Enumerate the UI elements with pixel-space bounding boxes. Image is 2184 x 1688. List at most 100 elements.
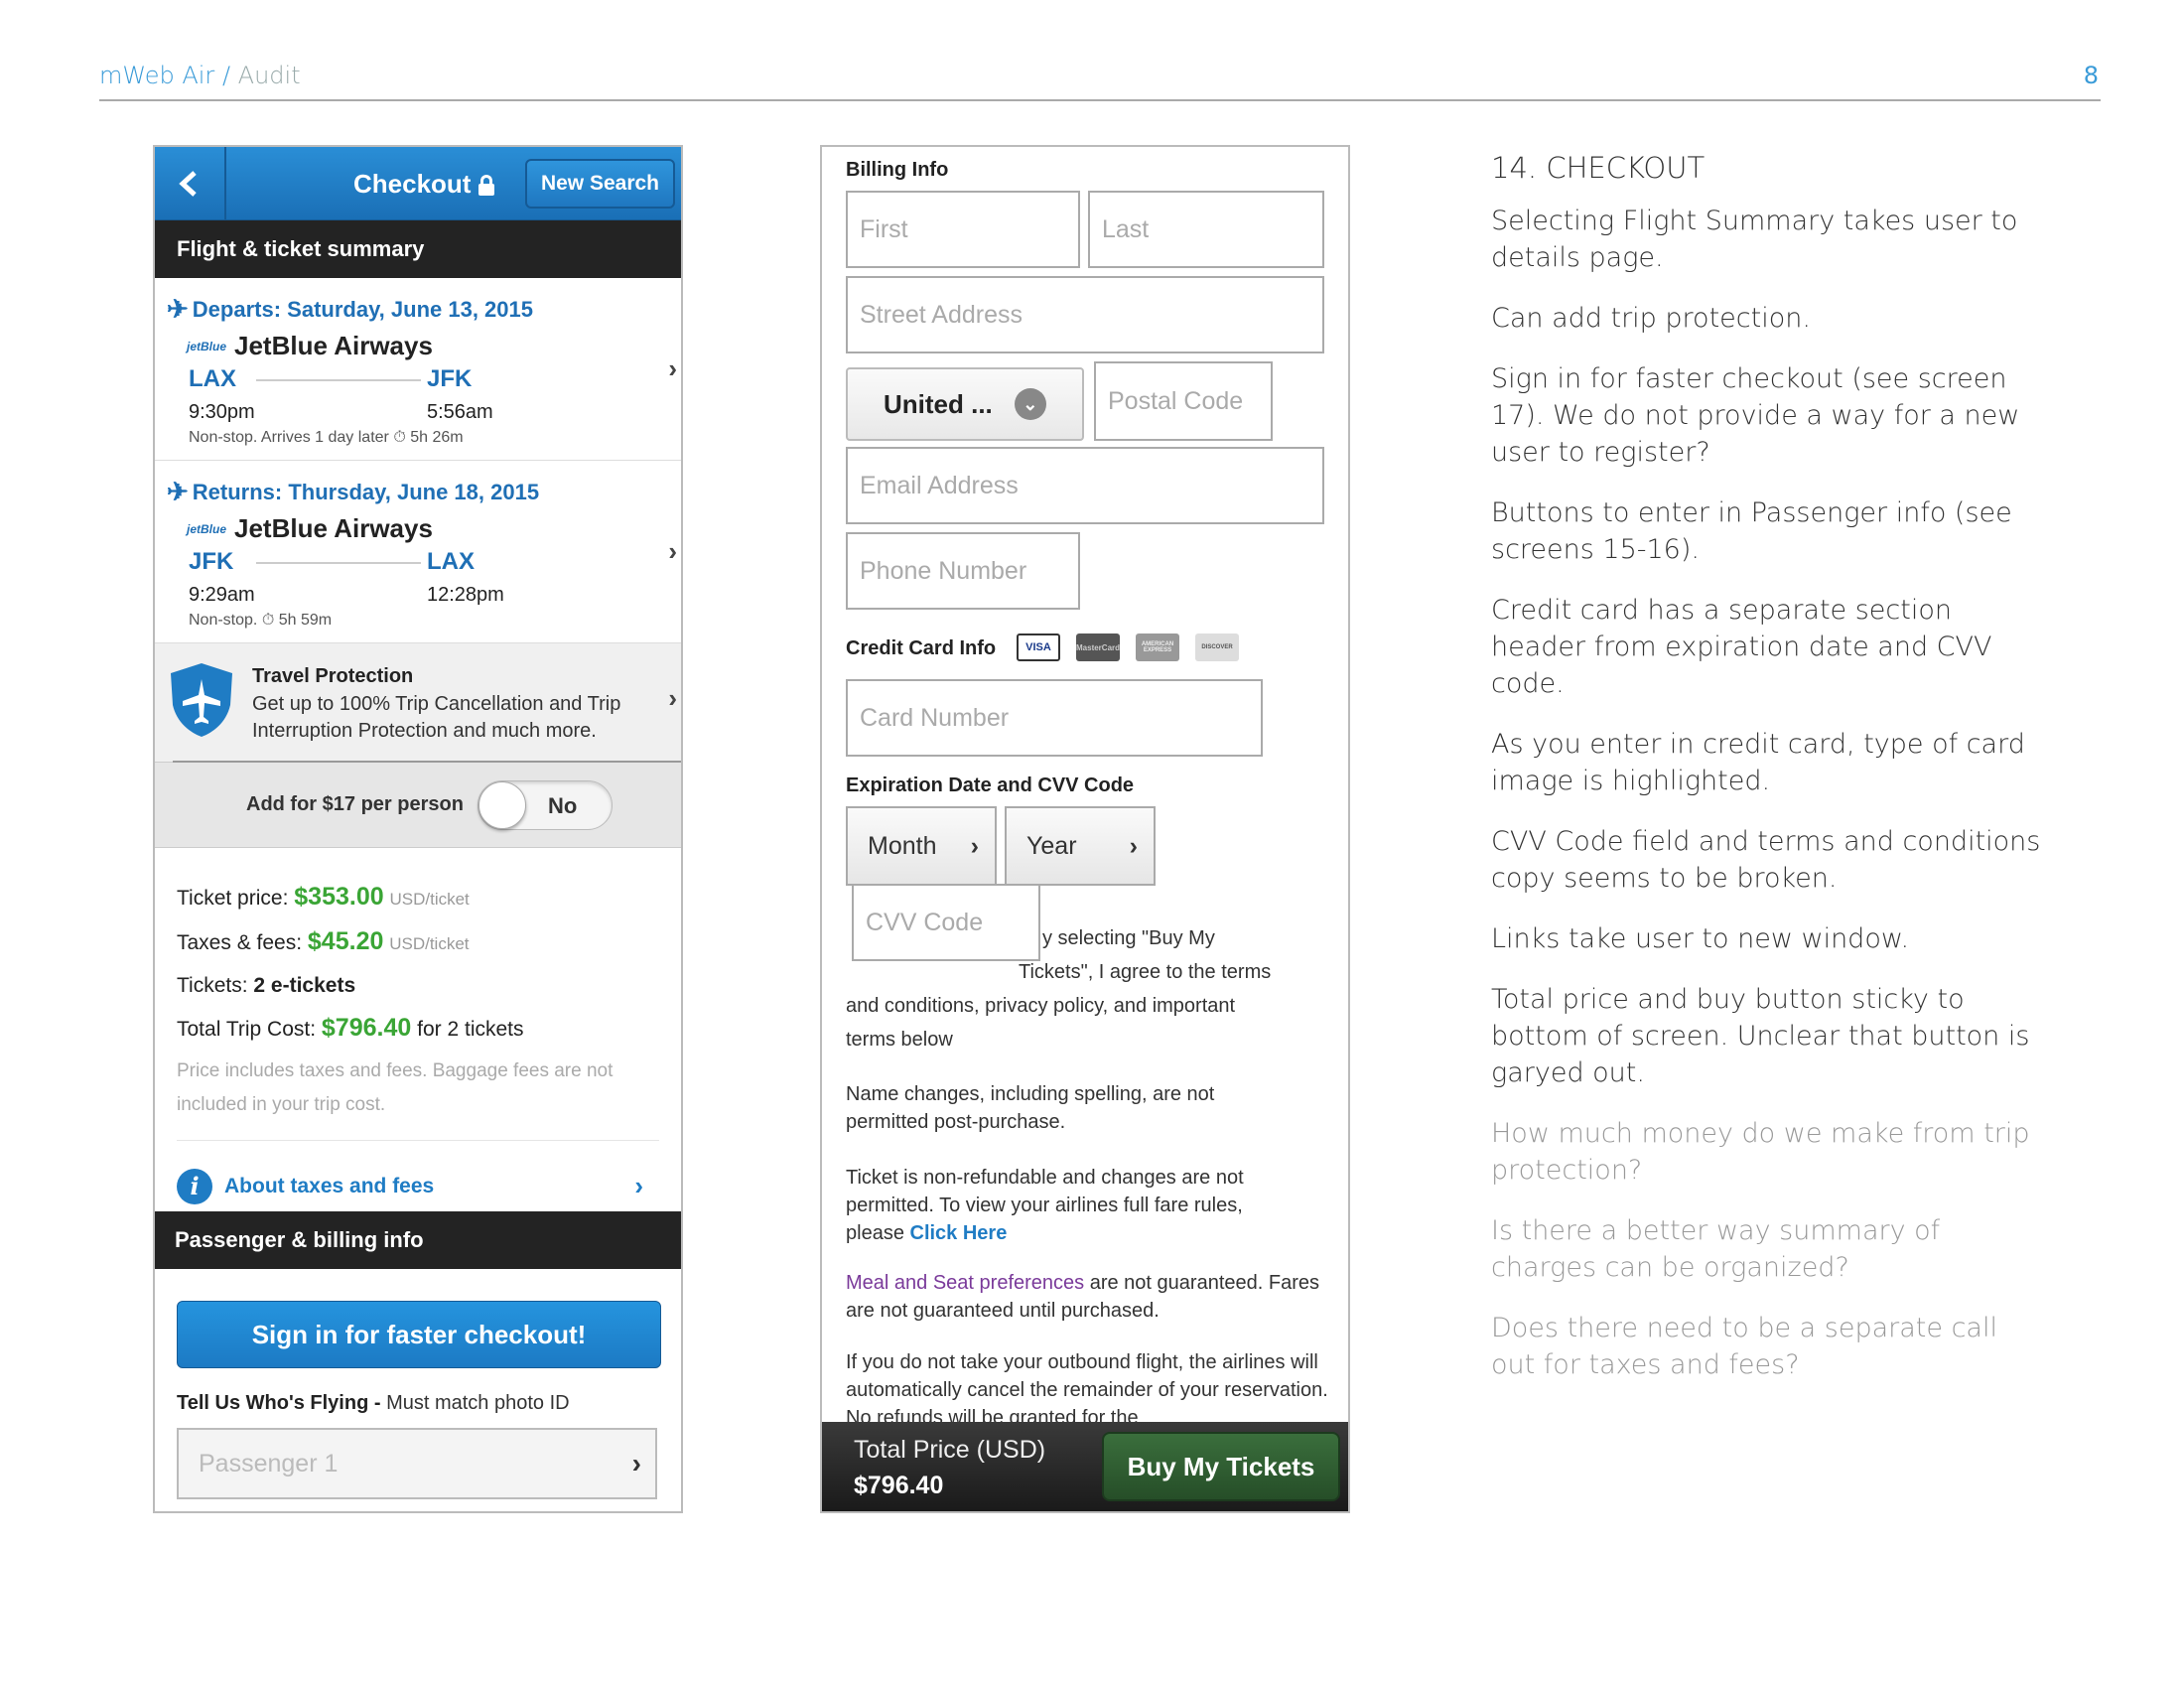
credit-card-label: Credit Card Info [846, 637, 997, 659]
plane-icon: ✈ [167, 477, 189, 506]
note-item: Buttons to enter in Passenger info (see … [1491, 497, 2012, 565]
meal-seat-link[interactable]: Meal and Seat preferences [846, 1272, 1084, 1294]
document-header: mWeb Air / Audit [99, 62, 301, 89]
chevron-down-icon: ⌄ [1014, 388, 1046, 420]
note-item: Sign in for faster checkout (see screen … [1491, 363, 2020, 468]
chevron-left-icon [179, 171, 197, 197]
name-changes-text: Name changes, including spelling, are no… [846, 1083, 1215, 1133]
phone-placeholder: Phone Number [860, 556, 1027, 585]
airline-name: JetBlue Airways [234, 331, 433, 360]
cvv-field[interactable]: CVV Code [852, 884, 1040, 961]
header-separator: / [221, 62, 231, 89]
billing-info-label: Billing Info [846, 159, 949, 181]
email-field[interactable]: Email Address [846, 447, 1324, 524]
note-item: Selecting Flight Summary takes user to d… [1491, 206, 2018, 273]
year-label: Year [1026, 831, 1077, 860]
year-select[interactable]: Year › [1005, 806, 1156, 886]
postal-code-field[interactable]: Postal Code [1094, 361, 1273, 441]
signin-button[interactable]: Sign in for faster checkout! [177, 1301, 661, 1368]
destination-code: JFK [427, 365, 473, 392]
month-label: Month [868, 831, 937, 860]
protection-toggle[interactable]: No [477, 779, 613, 830]
passenger-1-field[interactable]: Passenger 1 › [177, 1428, 657, 1499]
first-name-field[interactable]: First [846, 191, 1080, 268]
route-line [256, 379, 421, 381]
plane-icon: ✈ [167, 294, 189, 324]
audit-notes: 14. CHECKOUT Selecting Flight Summary ta… [1491, 151, 2047, 1407]
about-taxes-label: About taxes and fees [224, 1174, 435, 1197]
visa-icon: VISA [1017, 633, 1060, 661]
nonrefundable-text: Ticket is non-refundable and changes are… [846, 1164, 1302, 1247]
last-name-field[interactable]: Last [1088, 191, 1324, 268]
arrival-time: 12:28pm [427, 584, 504, 606]
terms-line-2: Tickets", I agree to the terms [1019, 961, 1272, 983]
jetblue-logo: jetBlue [187, 521, 227, 536]
note-item: Total price and buy button sticky to bot… [1491, 984, 2030, 1088]
street-address-field[interactable]: Street Address [846, 276, 1324, 353]
phone-field[interactable]: Phone Number [846, 532, 1080, 610]
meal-seat-text: Meal and Seat preferences are not guaran… [846, 1269, 1322, 1325]
month-select[interactable]: Month › [846, 806, 997, 886]
shield-plane-icon [171, 663, 232, 737]
toggle-value: No [547, 792, 578, 818]
ticket-unit: USD/ticket [389, 890, 470, 909]
terms-line-4: terms below [846, 1029, 953, 1051]
taxes-label: Taxes & fees: [177, 931, 303, 954]
notes-heading: 14. CHECKOUT [1491, 151, 1706, 185]
route: JFK LAX [189, 548, 606, 578]
checkout-topbar: Checkout New Search [155, 147, 681, 220]
info-icon: i [177, 1168, 212, 1204]
total-suffix: for 2 tickets [417, 1018, 524, 1041]
question-item: Is there a better way summary of charges… [1491, 1215, 1941, 1283]
tickets-label: Tickets: [177, 974, 248, 997]
departure-time: 9:30pm [189, 401, 255, 423]
buy-tickets-button[interactable]: Buy My Tickets [1102, 1432, 1340, 1501]
route: LAX JFK [189, 365, 606, 395]
tickets-line: Tickets: 2 e-tickets [177, 965, 659, 1007]
departs-label: Departs: Saturday, June 13, 2015 [192, 296, 533, 322]
ticket-price-line: Ticket price: $353.00 USD/ticket [177, 876, 659, 920]
new-search-button[interactable]: New Search [524, 159, 675, 209]
chevron-right-icon: › [634, 1171, 643, 1200]
divider [173, 761, 681, 763]
chevron-right-icon: › [631, 1448, 641, 1478]
back-button[interactable] [155, 147, 226, 220]
flight-summary-header: Flight & ticket summary [155, 220, 681, 278]
jetblue-logo: jetBlue [187, 339, 227, 353]
return-flight-row[interactable]: ✈ Returns: Thursday, June 18, 2015 jetBlu… [155, 461, 681, 643]
chevron-right-icon: › [668, 353, 677, 383]
header-section: Audit [237, 62, 301, 89]
ticket-price-label: Ticket price: [177, 887, 289, 910]
departing-flight-row[interactable]: ✈ Departs: Saturday, June 13, 2015 jetBlu… [155, 278, 681, 461]
question-item: Does there need to be a separate call ou… [1491, 1313, 1997, 1380]
travel-protection-title: Travel Protection [252, 665, 414, 687]
click-here-link[interactable]: Click Here [910, 1222, 1008, 1244]
expiration-label: Expiration Date and CVV Code [846, 774, 1135, 796]
checkout-summary-screen: Checkout New Search Flight & ticket summ… [153, 145, 683, 1513]
question-item: How much money do we make from trip prot… [1491, 1118, 2030, 1186]
card-number-field[interactable]: Card Number [846, 679, 1263, 757]
note-item: Can add trip protection. [1491, 303, 1811, 334]
discover-icon: DISCOVER [1195, 633, 1239, 661]
outbound-text: If you do not take your outbound flight,… [846, 1351, 1328, 1429]
add-protection-label: Add for $17 per person [246, 793, 464, 815]
passenger-placeholder: Passenger 1 [199, 1449, 339, 1477]
country-select[interactable]: United ... ⌄ [846, 367, 1084, 441]
cvv-placeholder: CVV Code [866, 908, 984, 936]
checkout-title: Checkout [353, 169, 495, 200]
audit-page: mWeb Air / Audit 8 Checkout New Search F… [0, 0, 2184, 1688]
email-placeholder: Email Address [860, 471, 1019, 499]
travel-protection-desc: Get up to 100% Trip Cancellation and Tri… [252, 693, 621, 742]
total-label: Total Trip Cost: [177, 1018, 317, 1041]
first-placeholder: First [860, 214, 908, 243]
postal-placeholder: Postal Code [1108, 386, 1244, 415]
sticky-footer: Total Price (USD) $796.40 Buy My Tickets [822, 1422, 1348, 1511]
travel-protection-row[interactable]: Travel Protection Get up to 100% Trip Ca… [155, 643, 681, 763]
taxes-value: $45.20 [307, 927, 384, 955]
taxes-unit: USD/ticket [389, 934, 470, 953]
fine-print: Price includes taxes and fees. Baggage f… [177, 1060, 614, 1115]
total-line: Total Trip Cost: $796.40 for 2 tickets [177, 1007, 659, 1051]
lock-icon [478, 174, 495, 196]
header-divider [99, 99, 2101, 101]
tickets-value: 2 e-tickets [253, 974, 356, 997]
